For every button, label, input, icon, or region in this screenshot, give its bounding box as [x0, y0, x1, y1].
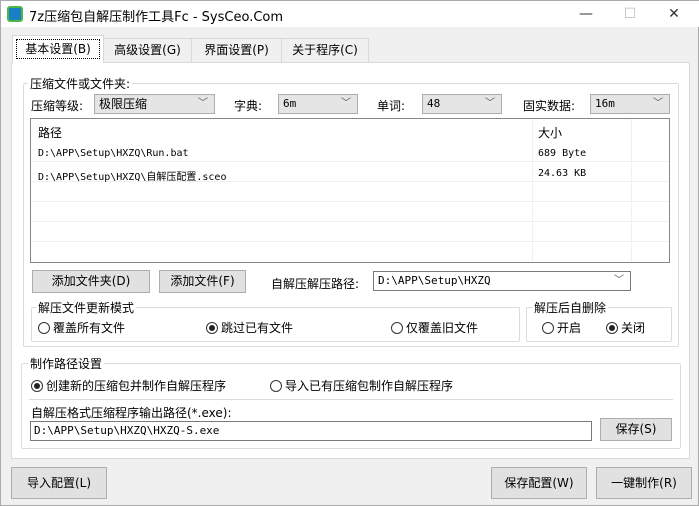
- word-label: 单词:: [377, 99, 406, 113]
- title-bar: 7z压缩包自解压制作工具Fc - SysCeo.Com — ☐ ✕: [1, 1, 699, 27]
- self-delete-label: 解压后自删除: [532, 299, 609, 316]
- save-button[interactable]: 保存(S): [600, 418, 672, 441]
- file-size: 24.63 KB: [538, 168, 587, 179]
- radio-icon: [270, 379, 282, 392]
- minimize-button[interactable]: —: [564, 3, 608, 25]
- divider: [29, 399, 673, 400]
- radio-overwrite-all[interactable]: 覆盖所有文件: [38, 319, 125, 336]
- file-list[interactable]: 路径 大小 D:\APP\Setup\HXZQ\Run.bat 689 Byte…: [30, 118, 670, 263]
- chevron-down-icon: ﹀: [653, 98, 663, 109]
- maximize-button[interactable]: ☐: [608, 3, 652, 25]
- chevron-down-icon: ﹀: [614, 275, 624, 286]
- add-file-button[interactable]: 添加文件(F): [159, 270, 246, 293]
- radio-checked-icon: [206, 321, 218, 334]
- dict-label: 字典:: [234, 99, 263, 113]
- tab-advanced[interactable]: 高级设置(G): [103, 38, 192, 62]
- tab-about[interactable]: 关于程序(C): [281, 38, 369, 62]
- radio-delete-on[interactable]: 开启: [542, 319, 581, 336]
- extract-path-select[interactable]: D:\APP\Setup\HXZQ ﹀: [373, 271, 631, 291]
- radio-create-new[interactable]: 创建新的压缩包并制作自解压程序: [31, 377, 226, 394]
- chevron-down-icon: ﹀: [341, 98, 351, 109]
- file-path[interactable]: D:\APP\Setup\HXZQ\自解压配置.sceo: [38, 168, 226, 183]
- radio-overwrite-older[interactable]: 仅覆盖旧文件: [391, 319, 478, 336]
- app-logo-icon: [7, 6, 23, 22]
- save-config-button[interactable]: 保存配置(W): [491, 467, 587, 499]
- file-size: 689 Byte: [538, 148, 587, 159]
- update-mode-label: 解压文件更新模式: [36, 299, 137, 316]
- radio-icon: [391, 321, 403, 334]
- output-path-input[interactable]: D:\APP\Setup\HXZQ\HXZQ-S.exe: [30, 421, 592, 441]
- radio-delete-off[interactable]: 关闭: [606, 319, 645, 336]
- add-folder-button[interactable]: 添加文件夹(D): [32, 270, 150, 293]
- extract-path-label: 自解压解压路径:: [271, 277, 360, 291]
- radio-skip-existing[interactable]: 跳过已有文件: [206, 319, 293, 336]
- chevron-down-icon: ﹀: [485, 98, 495, 109]
- window-title: 7z压缩包自解压制作工具Fc - SysCeo.Com: [29, 10, 284, 25]
- file-path[interactable]: D:\APP\Setup\HXZQ\Run.bat: [38, 148, 189, 159]
- output-path-label: 自解压格式压缩程序输出路径(*.exe):: [31, 406, 232, 420]
- compress-group-label: 压缩文件或文件夹:: [28, 75, 133, 92]
- tab-interface[interactable]: 界面设置(P): [191, 38, 282, 62]
- radio-icon: [542, 321, 554, 334]
- radio-checked-icon: [606, 321, 618, 334]
- dict-select[interactable]: 6m ﹀: [278, 94, 358, 114]
- radio-checked-icon: [31, 379, 43, 392]
- column-header-path[interactable]: 路径: [38, 124, 62, 141]
- column-header-size[interactable]: 大小: [538, 124, 562, 141]
- close-button[interactable]: ✕: [652, 3, 696, 25]
- tab-basic[interactable]: 基本设置(B): [12, 35, 104, 63]
- solid-label: 固实数据:: [523, 99, 576, 113]
- one-click-make-button[interactable]: 一键制作(R): [596, 467, 692, 499]
- level-select[interactable]: 极限压缩 ﹀: [94, 94, 215, 114]
- chevron-down-icon: ﹀: [198, 98, 208, 109]
- import-config-button[interactable]: 导入配置(L): [11, 467, 107, 499]
- make-path-label: 制作路径设置: [28, 355, 105, 372]
- radio-icon: [38, 321, 50, 334]
- radio-import-existing[interactable]: 导入已有压缩包制作自解压程序: [270, 377, 453, 394]
- solid-select[interactable]: 16m ﹀: [590, 94, 670, 114]
- level-label: 压缩等级:: [31, 99, 84, 113]
- word-select[interactable]: 48 ﹀: [422, 94, 502, 114]
